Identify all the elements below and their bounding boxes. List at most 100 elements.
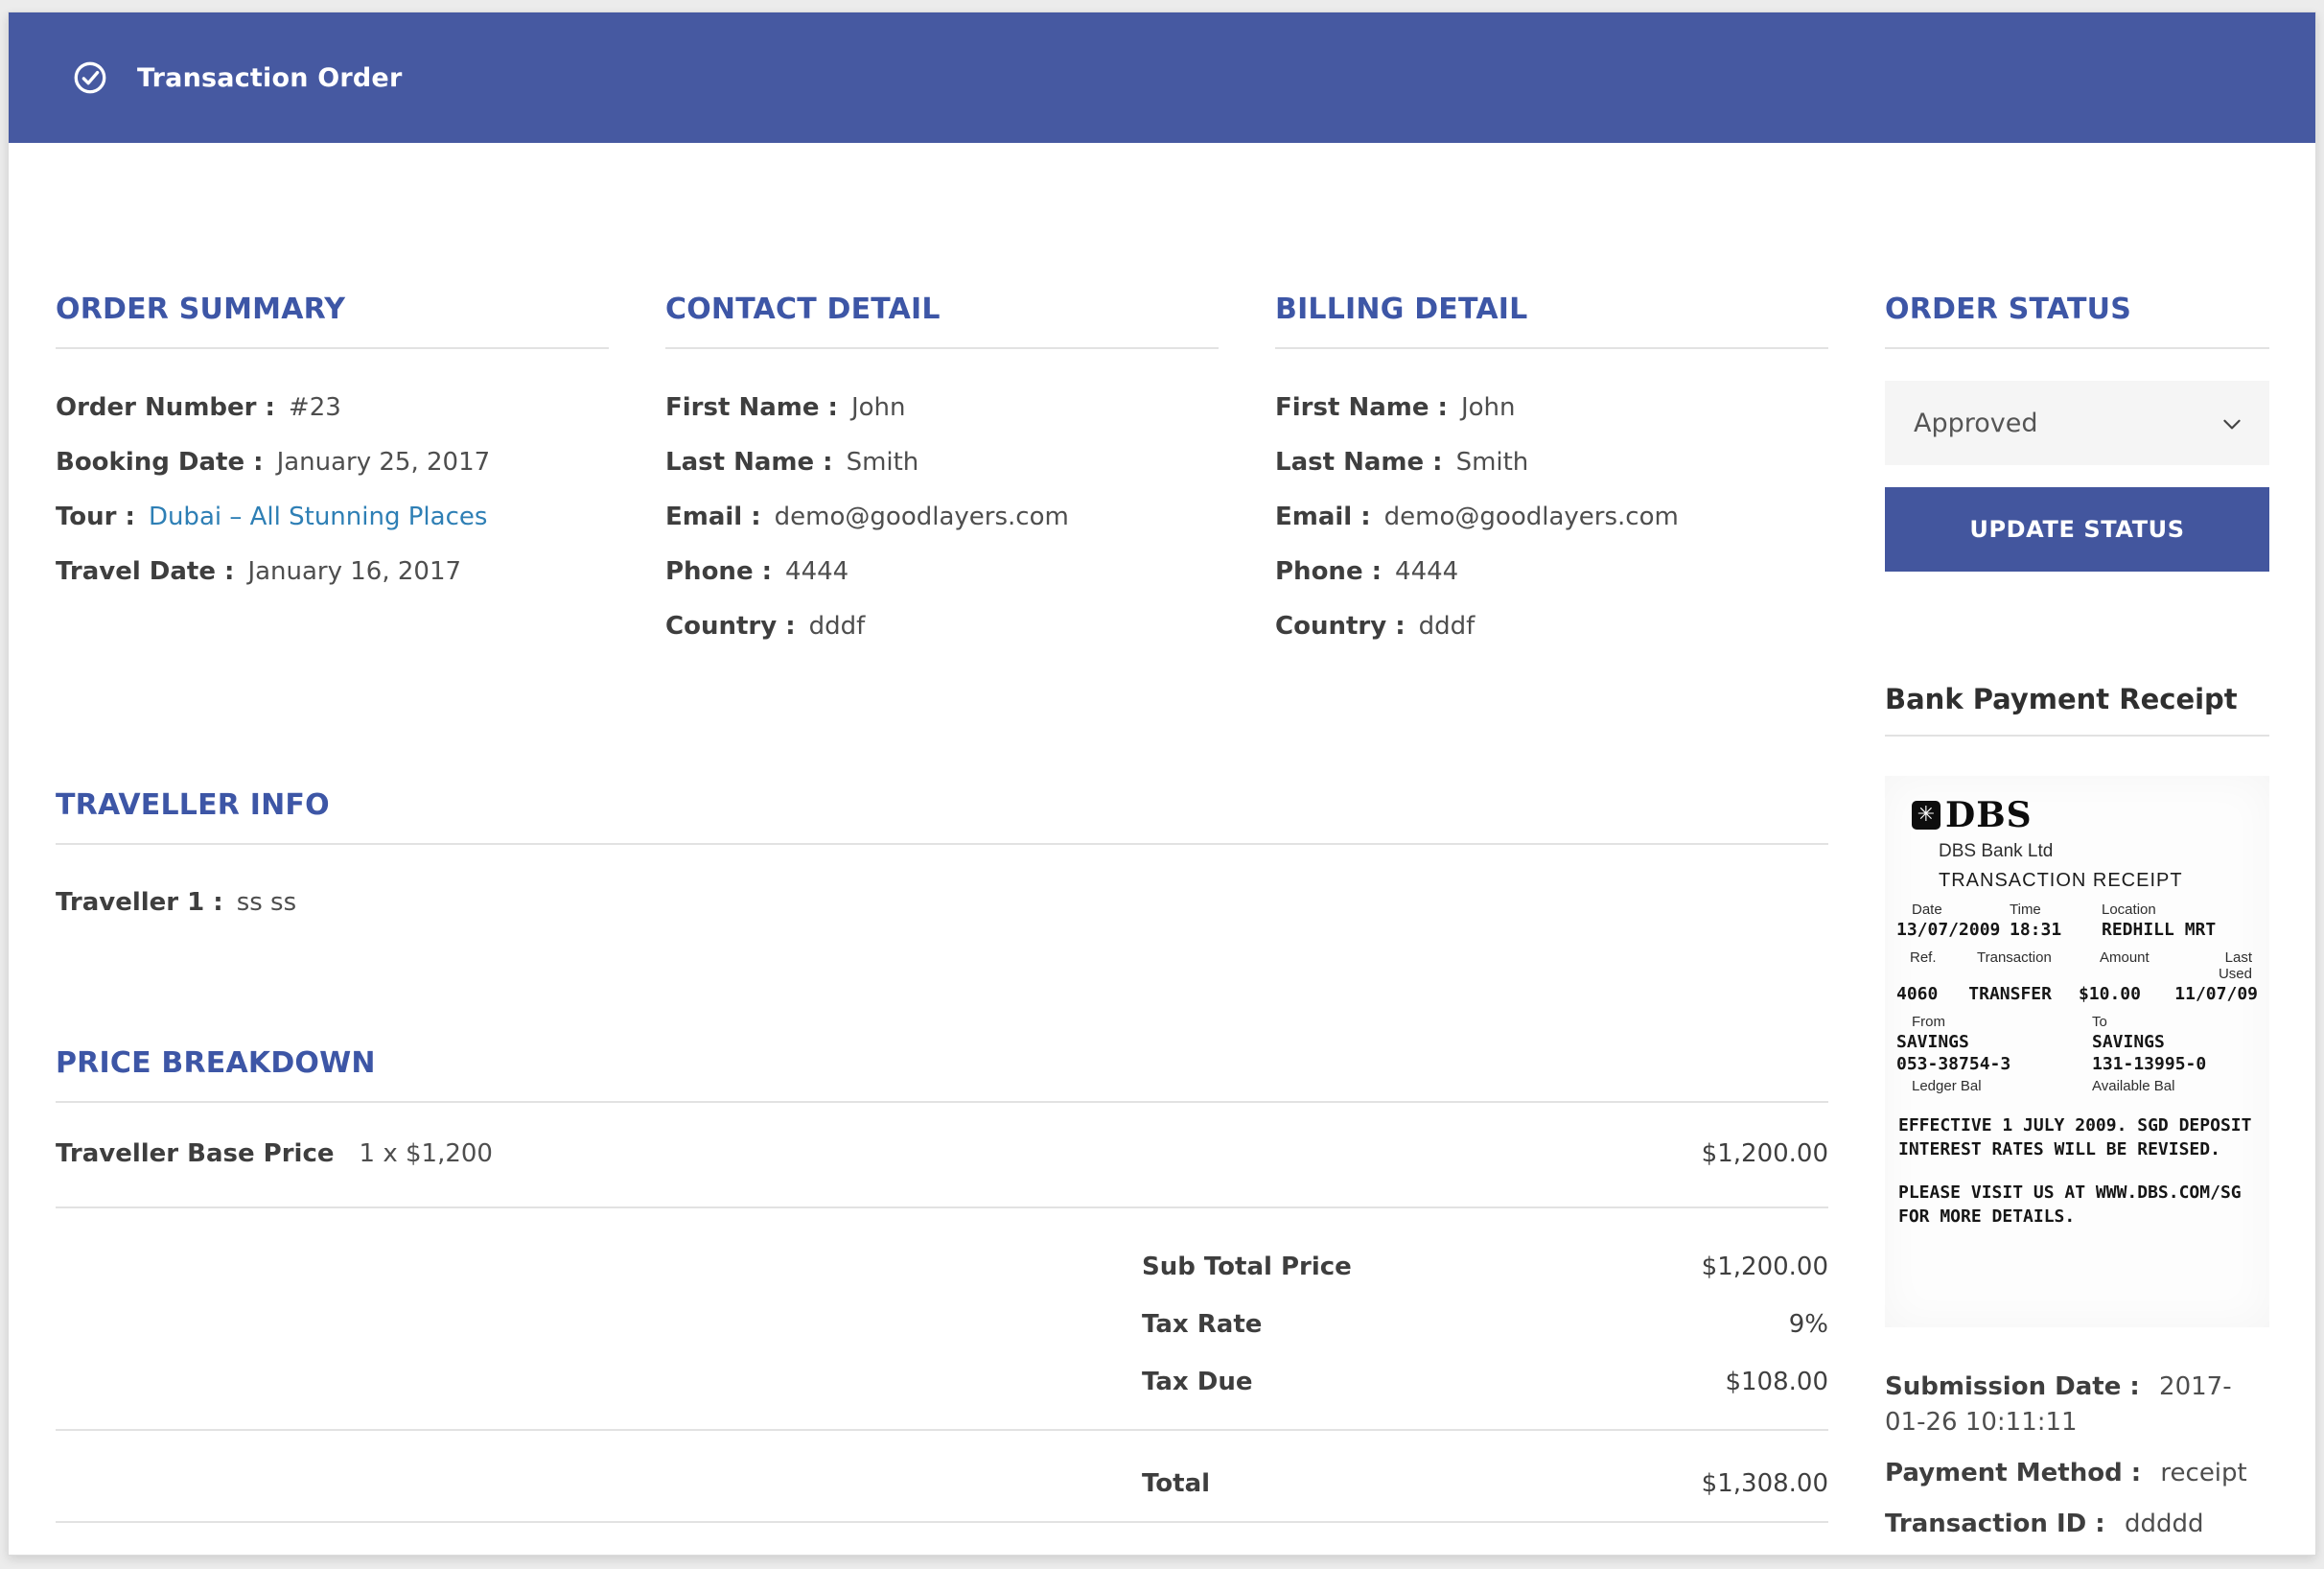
price-divider — [56, 1521, 1828, 1523]
receipt-location: REDHILL MRT — [2102, 920, 2258, 940]
tax-due-label: Tax Due — [1142, 1366, 1252, 1398]
price-breakdown-heading: PRICE BREAKDOWN — [56, 1046, 1828, 1080]
last-name-value: Smith — [847, 447, 919, 479]
receipt-transaction: TRANSFER — [1968, 984, 2079, 1004]
to-header: To — [2092, 1014, 2258, 1030]
total-row: Total $1,308.00 — [56, 1431, 1828, 1521]
billing-country-row: Country : dddf — [1275, 611, 1828, 643]
country-value: dddf — [809, 611, 866, 643]
transaction-id-label: Transaction ID : — [1885, 1510, 2105, 1538]
date-header: Date — [1896, 902, 2010, 918]
sub-total-row: Sub Total Price $1,200.00 — [1142, 1251, 1828, 1283]
receipt-last-used: 11/07/09 — [2174, 984, 2258, 1004]
contact-first-name-row: First Name : John — [665, 392, 1219, 424]
traveller-1-value: ss ss — [237, 887, 296, 919]
last-used-header: Last Used — [2207, 949, 2258, 982]
dbs-logo-text: DBS — [1945, 795, 2033, 835]
phone-value: 4444 — [1395, 556, 1458, 588]
contact-country-row: Country : dddf — [665, 611, 1219, 643]
receipt-date: 13/07/2009 — [1896, 920, 2010, 940]
payment-method-label: Payment Method : — [1885, 1459, 2141, 1487]
submission-date-label: Submission Date : — [1885, 1372, 2140, 1401]
billing-detail-section: BILLING DETAIL First Name : John Last Na… — [1275, 293, 1828, 666]
booking-date-row: Booking Date : January 25, 2017 — [56, 447, 609, 479]
email-label: Email : — [1275, 502, 1371, 533]
base-price-amount: $1,200.00 — [1702, 1137, 1828, 1170]
order-number-row: Order Number : #23 — [56, 392, 609, 424]
from-header: From — [1896, 1014, 2092, 1030]
email-label: Email : — [665, 502, 761, 533]
booking-date-value: January 25, 2017 — [277, 447, 491, 479]
receipt-title: TRANSACTION RECEIPT — [1939, 870, 2258, 892]
sub-total-amount: $1,200.00 — [1702, 1251, 1828, 1283]
contact-phone-row: Phone : 4444 — [665, 556, 1219, 588]
payment-method-row: Payment Method : receipt — [1885, 1456, 2269, 1491]
last-name-label: Last Name : — [1275, 447, 1443, 479]
contact-email-row: Email : demo@goodlayers.com — [665, 502, 1219, 533]
payment-method-value: receipt — [2160, 1459, 2246, 1487]
country-value: dddf — [1419, 611, 1476, 643]
tour-link[interactable]: Dubai – All Stunning Places — [149, 503, 487, 531]
appbar: Transaction Order — [9, 12, 2315, 143]
first-name-label: First Name : — [1275, 392, 1448, 424]
available-bal-label: Available Bal — [2092, 1078, 2258, 1094]
tax-due-row: Tax Due $108.00 — [1142, 1366, 1828, 1398]
dbs-logo-mark-icon: ✳ — [1912, 801, 1941, 830]
sub-total-label: Sub Total Price — [1142, 1251, 1352, 1283]
dbs-logo: ✳ DBS — [1912, 795, 2258, 835]
from-account: 053-38754-3 — [1896, 1054, 2092, 1074]
phone-label: Phone : — [665, 556, 772, 588]
order-summary-section: ORDER SUMMARY Order Number : #23 Booking… — [56, 293, 609, 611]
order-status-select[interactable]: Approved — [1885, 381, 2269, 465]
country-label: Country : — [1275, 611, 1406, 643]
time-header: Time — [2010, 902, 2102, 918]
traveller-info-section: TRAVELLER INFO Traveller 1 : ss ss — [56, 788, 1828, 942]
order-number-value: #23 — [289, 392, 341, 424]
phone-label: Phone : — [1275, 556, 1382, 588]
traveller-info-heading: TRAVELLER INFO — [56, 788, 1828, 822]
to-type: SAVINGS — [2092, 1032, 2258, 1052]
phone-value: 4444 — [785, 556, 848, 588]
base-price-label: Traveller Base Price — [56, 1137, 335, 1170]
submission-date-row: Submission Date : 2017-01-26 10:11:11 — [1885, 1370, 2269, 1440]
travel-date-row: Travel Date : January 16, 2017 — [56, 556, 609, 588]
last-name-value: Smith — [1456, 447, 1529, 479]
booking-date-label: Booking Date : — [56, 447, 264, 479]
billing-email-row: Email : demo@goodlayers.com — [1275, 502, 1828, 533]
total-amount: $1,308.00 — [1702, 1467, 1828, 1500]
to-account: 131-13995-0 — [2092, 1054, 2258, 1074]
base-price-row: Traveller Base Price 1 x $1,200 $1,200.0… — [56, 1103, 1828, 1206]
check-circle-icon — [72, 59, 108, 96]
bank-name: DBS Bank Ltd — [1939, 841, 2258, 862]
receipt-notice-2: PLEASE VISIT US AT WWW.DBS.COM/SG FOR MO… — [1898, 1181, 2258, 1229]
amount-header: Amount — [2100, 949, 2207, 982]
billing-phone-row: Phone : 4444 — [1275, 556, 1828, 588]
first-name-label: First Name : — [665, 392, 838, 424]
bank-payment-receipt-heading: Bank Payment Receipt — [1885, 683, 2269, 715]
location-header: Location — [2102, 902, 2258, 918]
receipt-amount: $10.00 — [2079, 984, 2174, 1004]
price-breakdown-section: PRICE BREAKDOWN Traveller Base Price 1 x… — [56, 1046, 1828, 1523]
transaction-header: Transaction — [1977, 949, 2100, 982]
transaction-id-value: ddddd — [2125, 1510, 2204, 1538]
ref-header: Ref. — [1896, 949, 1977, 982]
contact-detail-section: CONTACT DETAIL First Name : John Last Na… — [665, 293, 1219, 666]
total-label: Total — [1142, 1467, 1210, 1500]
tour-label: Tour : — [56, 502, 135, 533]
section-divider — [1885, 735, 2269, 737]
contact-detail-heading: CONTACT DETAIL — [665, 293, 1219, 326]
last-name-label: Last Name : — [665, 447, 833, 479]
billing-last-name-row: Last Name : Smith — [1275, 447, 1828, 479]
first-name-value: John — [1461, 392, 1516, 424]
update-status-button[interactable]: UPDATE STATUS — [1885, 487, 2269, 572]
order-status-sidebar: ORDER STATUS Approved UPDATE STATUS Bank… — [1885, 293, 2269, 1557]
bank-receipt-image: ✳ DBS DBS Bank Ltd TRANSACTION RECEIPT D… — [1885, 776, 2269, 1327]
order-status-heading: ORDER STATUS — [1885, 293, 2269, 326]
page-title: Transaction Order — [137, 63, 402, 93]
transaction-id-row: Transaction ID : ddddd — [1885, 1507, 2269, 1542]
tax-rate-label: Tax Rate — [1142, 1308, 1262, 1341]
receipt-ref: 4060 — [1896, 984, 1968, 1004]
country-label: Country : — [665, 611, 796, 643]
email-value: demo@goodlayers.com — [1384, 502, 1679, 533]
base-price-detail: 1 x $1,200 — [360, 1137, 493, 1170]
